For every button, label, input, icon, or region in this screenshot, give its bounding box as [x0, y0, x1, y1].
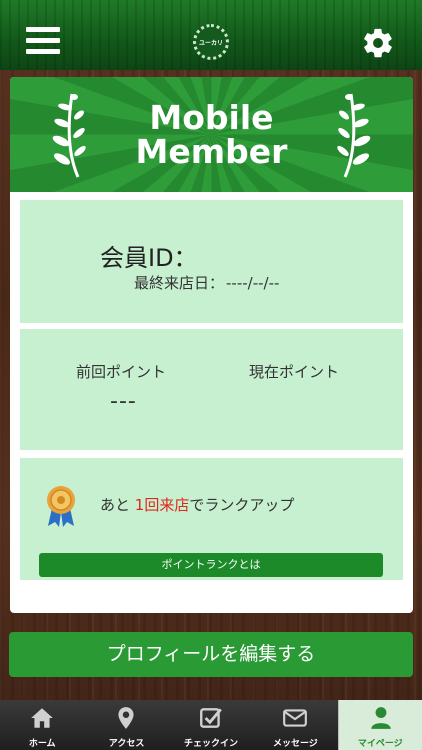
rank-up-message: あと 1回来店でランクアップ: [100, 494, 294, 515]
member-id-label: 会員ID：: [100, 244, 198, 272]
map-pin-icon: [118, 707, 134, 729]
medal-icon: [47, 486, 75, 527]
previous-points-label: 前回ポイント: [76, 363, 167, 381]
last-visit-label: 最終来店日：: [134, 274, 225, 292]
tab-access[interactable]: アクセス: [84, 700, 168, 750]
edit-profile-button[interactable]: プロフィールを編集する: [9, 632, 413, 677]
rank-panel: あと 1回来店でランクアップ ポイントランクとは: [20, 458, 403, 580]
points-panel: 前回ポイント 現在ポイント ---: [20, 329, 403, 450]
app-header: ユーカリ: [0, 0, 422, 70]
home-icon: [31, 708, 53, 728]
rank-text-prefix: あと: [100, 496, 135, 514]
tab-mypage-label: マイページ: [357, 739, 403, 749]
previous-points-value: ---: [110, 389, 137, 414]
tab-home[interactable]: ホーム: [0, 700, 84, 750]
rank-text-suffix: でランクアップ: [189, 496, 295, 514]
tab-home-label: ホーム: [28, 739, 56, 749]
last-visit-date: 最終来店日： ----/--/--: [132, 272, 279, 293]
user-icon: [370, 707, 391, 729]
gear-icon[interactable]: [361, 26, 395, 60]
laurel-right-icon: [337, 93, 371, 178]
shop-logo: ユーカリ: [193, 24, 229, 60]
mobile-member-banner: Mobile Member: [10, 77, 413, 192]
tab-message-label: メッセージ: [272, 739, 318, 749]
tab-access-label: アクセス: [108, 739, 145, 749]
logo-text: ユーカリ: [198, 39, 223, 47]
tab-message[interactable]: メッセージ: [253, 700, 337, 750]
hamburger-menu-icon[interactable]: [26, 26, 60, 56]
last-visit-value: ----/--/--: [226, 274, 280, 292]
member-info-panel: 会員ID： 最終来店日： ----/--/--: [20, 200, 403, 323]
checkin-icon: [199, 708, 222, 728]
bottom-tab-bar: ホーム アクセス チェックイン メッセージ マイページ: [0, 700, 422, 750]
envelope-icon: [283, 709, 308, 727]
point-rank-info-button[interactable]: ポイントランクとは: [39, 553, 383, 577]
current-points-label: 現在ポイント: [249, 363, 340, 381]
member-card: Mobile Member 会員ID： 最終来店日： ----/--/-- 前回ポ…: [10, 77, 413, 613]
tab-checkin-label: チェックイン: [183, 739, 238, 749]
rank-visits-remaining: 1回来店: [134, 496, 190, 514]
tab-checkin[interactable]: チェックイン: [169, 700, 253, 750]
tab-mypage[interactable]: マイページ: [337, 700, 422, 750]
